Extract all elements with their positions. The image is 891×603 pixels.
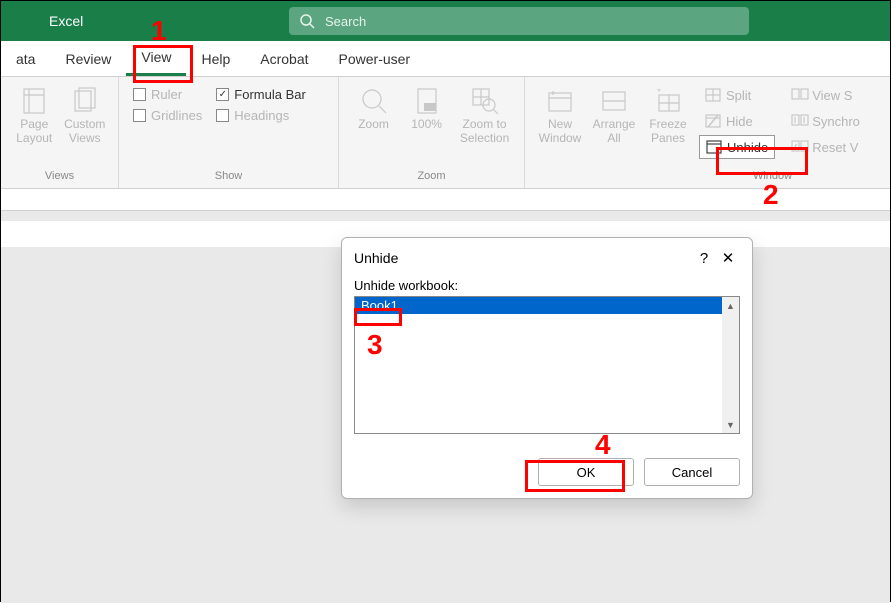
freeze-panes-button[interactable]: * Freeze Panes — [641, 81, 695, 145]
ribbon: Page Layout Custom Views Views Ruler Gri… — [1, 77, 890, 189]
document-100-icon — [413, 87, 441, 115]
title-bar: Excel Search — [1, 1, 890, 41]
formula-bar-checkbox[interactable]: ✓Formula Bar — [216, 87, 306, 102]
custom-views-button[interactable]: Custom Views — [60, 81, 111, 145]
view-side-button[interactable]: View S — [785, 83, 866, 107]
tab-help[interactable]: Help — [186, 41, 245, 76]
page-layout-button[interactable]: Page Layout — [9, 81, 60, 145]
dialog-title-bar: Unhide ? ✕ — [342, 238, 752, 278]
unhide-icon — [706, 140, 722, 154]
custom-views-icon — [71, 87, 99, 115]
help-icon[interactable]: ? — [692, 250, 716, 267]
headings-checkbox: Headings — [216, 108, 306, 123]
tab-data[interactable]: ata — [1, 41, 50, 76]
zoom-icon — [360, 87, 388, 115]
hide-icon — [705, 114, 721, 128]
split-button[interactable]: Split — [699, 83, 775, 107]
page-layout-label: Page Layout — [16, 117, 52, 145]
group-zoom: Zoom 100% Zoom to Selection Zoom — [339, 77, 525, 188]
zoom-selection-icon — [471, 87, 499, 115]
group-views: Page Layout Custom Views Views — [1, 77, 119, 188]
split-icon — [705, 88, 721, 102]
page-layout-icon — [20, 87, 48, 115]
tab-acrobat[interactable]: Acrobat — [245, 41, 323, 76]
tab-power-user[interactable]: Power-user — [324, 41, 426, 76]
zoom-button[interactable]: Zoom — [347, 81, 400, 131]
tab-view[interactable]: View — [126, 41, 186, 76]
side-by-side-icon — [791, 88, 807, 102]
dialog-title: Unhide — [354, 250, 692, 266]
new-window-icon — [546, 87, 574, 115]
synchronous-scroll-button[interactable]: Synchro — [785, 109, 866, 133]
list-item[interactable]: Book1 — [355, 297, 722, 314]
close-icon[interactable]: ✕ — [716, 249, 740, 267]
cancel-button[interactable]: Cancel — [644, 458, 740, 486]
scrollbar[interactable]: ▲ ▼ — [722, 297, 739, 433]
ruler-checkbox: Ruler — [133, 87, 202, 102]
checkbox-icon — [216, 109, 229, 122]
dialog-label: Unhide workbook: — [354, 278, 740, 293]
scroll-up-icon[interactable]: ▲ — [722, 297, 739, 314]
freeze-panes-icon: * — [654, 87, 682, 115]
app-name: Excel — [49, 13, 83, 29]
ribbon-tabs: ata Review View Help Acrobat Power-user — [1, 41, 890, 77]
unhide-dialog: Unhide ? ✕ Unhide workbook: Book1 ▲ ▼ OK… — [341, 237, 753, 499]
group-window-label: Window — [533, 170, 882, 188]
svg-text:*: * — [657, 89, 661, 98]
hide-button[interactable]: Hide — [699, 109, 775, 133]
arrange-all-button[interactable]: Arrange All — [587, 81, 641, 145]
search-placeholder: Search — [325, 14, 366, 29]
new-window-button[interactable]: New Window — [533, 81, 587, 145]
search-icon — [299, 13, 315, 29]
group-show-label: Show — [127, 170, 330, 188]
group-zoom-label: Zoom — [347, 170, 516, 188]
search-box[interactable]: Search — [289, 7, 749, 35]
workbook-listbox[interactable]: Book1 ▲ ▼ — [354, 296, 740, 434]
zoom-selection-button[interactable]: Zoom to Selection — [453, 81, 516, 145]
gridlines-checkbox: Gridlines — [133, 108, 202, 123]
reset-window-button[interactable]: Reset V — [785, 135, 866, 159]
group-show: Ruler Gridlines ✓Formula Bar Headings Sh… — [119, 77, 339, 188]
checkbox-icon — [133, 88, 146, 101]
formula-bar[interactable] — [1, 189, 890, 211]
checkbox-icon — [133, 109, 146, 122]
sync-scroll-icon — [791, 114, 807, 128]
checkbox-checked-icon: ✓ — [216, 88, 229, 101]
group-views-label: Views — [9, 170, 110, 188]
tab-review[interactable]: Review — [50, 41, 126, 76]
group-window: New Window Arrange All * Freeze Panes Sp… — [525, 77, 890, 188]
reset-window-icon — [791, 140, 807, 154]
arrange-all-icon — [600, 87, 628, 115]
unhide-button[interactable]: Unhide — [699, 135, 775, 159]
scroll-down-icon[interactable]: ▼ — [722, 416, 739, 433]
zoom-100-button[interactable]: 100% — [400, 81, 453, 131]
custom-views-label: Custom Views — [64, 117, 105, 145]
ok-button[interactable]: OK — [538, 458, 634, 486]
